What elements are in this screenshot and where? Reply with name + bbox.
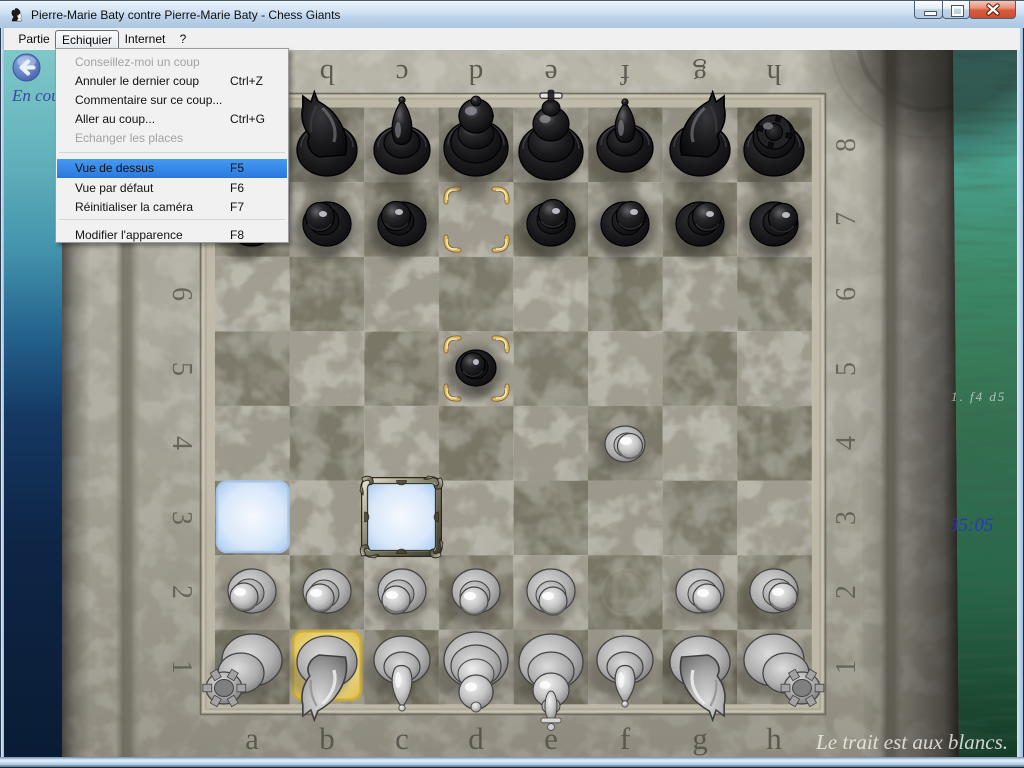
svg-text:2: 2 — [831, 585, 862, 599]
svg-text:6: 6 — [166, 287, 197, 301]
svg-text:5: 5 — [166, 362, 197, 376]
svg-text:3: 3 — [831, 511, 862, 525]
svg-text:Le trait est aux blancs.: Le trait est aux blancs. — [815, 730, 1008, 754]
svg-text:1: 1 — [166, 660, 197, 674]
svg-text:g: g — [693, 58, 708, 90]
svg-text:7: 7 — [831, 212, 862, 226]
svg-text:e: e — [545, 58, 558, 90]
svg-text:f: f — [620, 721, 631, 756]
svg-text:h: h — [766, 58, 781, 90]
svg-text:d: d — [468, 58, 483, 90]
svg-text:4: 4 — [831, 436, 862, 450]
svg-text:g: g — [692, 721, 708, 756]
svg-text:35:05: 35:05 — [948, 515, 993, 536]
svg-text:8: 8 — [831, 138, 862, 152]
svg-text:1: 1 — [831, 660, 862, 674]
svg-text:h: h — [766, 721, 782, 756]
svg-text:c: c — [395, 721, 409, 756]
svg-text:4: 4 — [166, 436, 197, 450]
svg-text:f: f — [620, 58, 630, 90]
svg-text:3: 3 — [166, 511, 197, 525]
svg-text:c: c — [396, 58, 409, 90]
svg-text:5: 5 — [831, 362, 862, 376]
svg-text:1. f4 d5: 1. f4 d5 — [951, 389, 1006, 404]
svg-text:6: 6 — [831, 287, 862, 301]
svg-text:b: b — [320, 58, 335, 90]
svg-text:d: d — [468, 721, 484, 756]
svg-text:a: a — [245, 721, 259, 756]
svg-text:2: 2 — [166, 585, 197, 599]
svg-text:b: b — [319, 721, 335, 756]
